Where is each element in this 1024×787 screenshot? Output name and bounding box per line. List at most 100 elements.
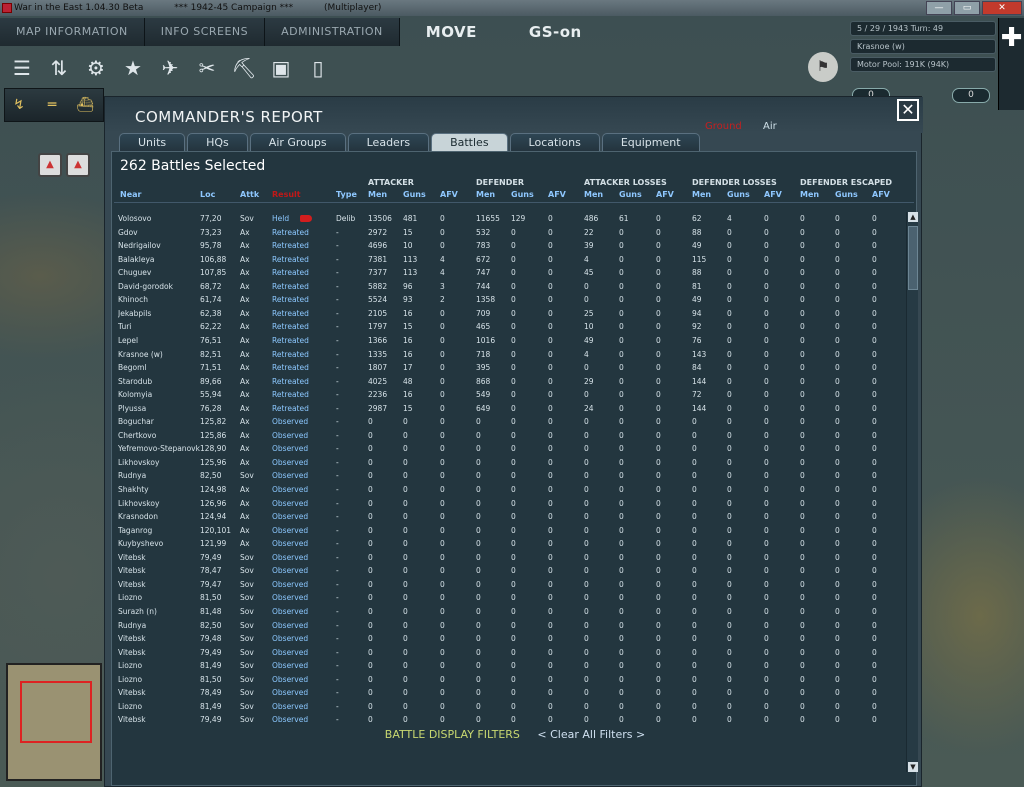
column-header-defender-guns[interactable]: Guns	[511, 190, 534, 199]
maximize-button[interactable]: ▭	[954, 1, 980, 15]
minimize-button[interactable]: —	[926, 1, 952, 15]
document-icon[interactable]: ▯	[304, 54, 332, 82]
minimap[interactable]	[6, 663, 102, 781]
table-row[interactable]: Vitebsk 79,49 Sov Observed - 0 0 0 0 0 0 0 0 0 0 0 0 0 0 0	[112, 646, 904, 660]
column-header-attacker-losses-men[interactable]: Men	[584, 190, 603, 199]
supply-icon[interactable]: ✂	[193, 54, 221, 82]
gs-toggle-button[interactable]: GS-on	[503, 18, 608, 46]
table-row[interactable]: Boguchar 125,82 Ax Observed - 0 0 0 0 0 0 0 0 0 0 0 0 0 0 0	[112, 415, 904, 429]
column-header-defender-losses-men[interactable]: Men	[692, 190, 711, 199]
table-row[interactable]: Liozno 81,50 Sov Observed - 0 0 0 0 0 0 0 0 0 0 0 0 0 0 0	[112, 591, 904, 605]
minimap-viewport[interactable]	[20, 681, 92, 743]
table-row[interactable]: Vitebsk 79,48 Sov Observed - 0 0 0 0 0 0 0 0 0 0 0 0 0 0 0	[112, 632, 904, 646]
table-row[interactable]: Likhovskoy 125,96 Ax Observed - 0 0 0 0 0 0 0 0 0 0 0 0 0…	[112, 456, 904, 470]
table-row[interactable]: Plyussa 76,28 Ax Retreated - 2987 15 0 649 0 0 24 0 0…	[112, 402, 904, 416]
unit-counter[interactable]: ▲	[38, 153, 62, 177]
clear-all-filters-button[interactable]: < Clear All Filters >	[537, 728, 645, 741]
table-row[interactable]: Jekabpils 62,38 Ax Retreated - 2105 16 0 709 0 0 25…	[112, 307, 904, 321]
column-header-defender-escaped-guns[interactable]: Guns	[835, 190, 858, 199]
close-window-button[interactable]: ✕	[982, 1, 1022, 15]
column-header-near[interactable]: Near	[120, 190, 141, 199]
tab-equipment[interactable]: Equipment	[601, 133, 700, 151]
column-header-attacker-losses-guns[interactable]: Guns	[619, 190, 642, 199]
scrollbar[interactable]: ▲ ▼	[906, 212, 918, 772]
table-row[interactable]: Likhovskoy 126,96 Ax Observed - 0 0 0 0 0 0 0 0 0 0 0 0 0…	[112, 497, 904, 511]
column-header-defender-losses-afv[interactable]: AFV	[764, 190, 782, 199]
tab-units[interactable]: Units	[119, 133, 186, 151]
table-row[interactable]: Taganrog 120,101 Ax Observed - 0 0 0 0 0 0 0 0 0 0 0 0 0 0…	[112, 524, 904, 538]
flag-icon[interactable]: ⚑	[808, 52, 838, 82]
table-row[interactable]: Shakhty 124,98 Ax Observed - 0 0 0 0 0 0 0 0 0 0 0 0 0 0 0	[112, 483, 904, 497]
battle-display-filters-button[interactable]: BATTLE DISPLAY FILTERS	[385, 728, 520, 741]
table-row[interactable]: Kolomyia 55,94 Ax Retreated - 2236 16 0 549 0 0 0 0 0…	[112, 388, 904, 402]
rail-line-icon[interactable]: ═	[42, 95, 62, 115]
unit-counter[interactable]: ▲	[66, 153, 90, 177]
column-header-defender-losses-guns[interactable]: Guns	[727, 190, 750, 199]
column-header-type[interactable]: Type	[336, 190, 357, 199]
table-row[interactable]: Rudnya 82,50 Sov Observed - 0 0 0 0 0 0 0 0 0 0 0 0 0 0 0	[112, 469, 904, 483]
scroll-thumb[interactable]	[908, 226, 918, 290]
table-row[interactable]: Vitebsk 78,47 Sov Observed - 0 0 0 0 0 0 0 0 0 0 0 0 0 0 0	[112, 564, 904, 578]
tab-hqs[interactable]: HQs	[187, 133, 248, 151]
tab-air-groups[interactable]: Air Groups	[249, 133, 346, 151]
column-header-result[interactable]: Result	[272, 190, 301, 199]
column-header-attacker-guns[interactable]: Guns	[403, 190, 426, 199]
rail-icon[interactable]: ⛏	[230, 54, 258, 82]
aircraft-icon[interactable]: ✈	[156, 54, 184, 82]
move-mode-button[interactable]: MOVE	[400, 18, 503, 46]
table-row[interactable]: Khinoch 61,74 Ax Retreated - 5524 93 2 1358 0 0 0 0 0…	[112, 293, 904, 307]
tab-map-information[interactable]: MAP INFORMATION	[0, 18, 145, 46]
column-header-attacker-men[interactable]: Men	[368, 190, 387, 199]
column-header-attacker-afv[interactable]: AFV	[440, 190, 458, 199]
column-header-attacker-losses-afv[interactable]: AFV	[656, 190, 674, 199]
star-icon[interactable]: ★	[119, 54, 147, 82]
path-icon[interactable]: ↯	[9, 95, 29, 115]
table-row[interactable]: Volosovo 77,20 Sov Held Delib 13506 481 0 11655 1…	[112, 212, 904, 226]
tab-info-screens[interactable]: INFO SCREENS	[144, 18, 266, 46]
table-row[interactable]: Liozno 81,49 Sov Observed - 0 0 0 0 0 0 0 0 0 0 0 0 0 0 0	[112, 659, 904, 673]
tab-leaders[interactable]: Leaders	[347, 133, 430, 151]
table-row[interactable]: Vitebsk 79,49 Sov Observed - 0 0 0 0 0 0 0 0 0 0 0 0 0 0 0	[112, 551, 904, 565]
gear-icon[interactable]: ⚙	[82, 54, 110, 82]
column-header-defender-escaped-men[interactable]: Men	[800, 190, 819, 199]
air-mode-button[interactable]: Air	[763, 121, 777, 132]
column-header-defender-escaped-afv[interactable]: AFV	[872, 190, 890, 199]
table-row[interactable]: David-gorodok 68,72 Ax Retreated - 5882 96 3 744…	[112, 280, 904, 294]
sliders-icon[interactable]: ⇅	[45, 54, 73, 82]
table-row[interactable]: Rudnya 82,50 Sov Observed - 0 0 0 0 0 0 0 0 0 0 0 0 0 0 0	[112, 619, 904, 633]
ship-icon[interactable]: ⛴	[75, 95, 95, 115]
tab-battles[interactable]: Battles	[431, 133, 508, 151]
table-row[interactable]: Vitebsk 79,49 Sov Observed - 0 0 0 0 0 0 0 0 0 0 0 0 0 0 0	[112, 713, 904, 727]
table-row[interactable]: Krasnoe (w) 82,51 Ax Retreated - 1335 16 0 718 0 0…	[112, 348, 904, 362]
column-header-loc[interactable]: Loc	[200, 190, 215, 199]
card-icon[interactable]: ▣	[267, 54, 295, 82]
table-row[interactable]: Begoml 71,51 Ax Retreated - 1807 17 0 395 0 0 0 0 0 84…	[112, 361, 904, 375]
scroll-down-button[interactable]: ▼	[908, 762, 918, 772]
close-dialog-button[interactable]: ✕	[897, 99, 919, 121]
ground-mode-button[interactable]: Ground	[705, 121, 742, 132]
list-icon[interactable]: ☰	[8, 54, 36, 82]
column-header-defender-men[interactable]: Men	[476, 190, 495, 199]
table-row[interactable]: Liozno 81,50 Sov Observed - 0 0 0 0 0 0 0 0 0 0 0 0 0 0 0	[112, 673, 904, 687]
table-row[interactable]: Turi 62,22 Ax Retreated - 1797 15 0 465 0 0 10 0 0 92 0…	[112, 320, 904, 334]
table-row[interactable]: Surazh (n) 81,48 Sov Observed - 0 0 0 0 0 0 0 0 0 0 0 0 0…	[112, 605, 904, 619]
column-header-attk[interactable]: Attk	[240, 190, 259, 199]
tab-administration[interactable]: ADMINISTRATION	[265, 18, 400, 46]
table-row[interactable]: Chertkovo 125,86 Ax Observed - 0 0 0 0 0 0 0 0 0 0 0 0 0 0…	[112, 429, 904, 443]
table-row[interactable]: Starodub 89,66 Ax Retreated - 4025 48 0 868 0 0 29 0…	[112, 375, 904, 389]
table-row[interactable]: Gdov 73,23 Ax Retreated - 2972 15 0 532 0 0 22 0 0 88 0…	[112, 226, 904, 240]
scroll-up-button[interactable]: ▲	[908, 212, 918, 222]
column-header-defender-afv[interactable]: AFV	[548, 190, 566, 199]
table-row[interactable]: Krasnodon 124,94 Ax Observed - 0 0 0 0 0 0 0 0 0 0 0 0 0 0…	[112, 510, 904, 524]
counter-pill-right[interactable]: 0	[952, 88, 990, 103]
table-row[interactable]: Kuybyshevo 121,99 Ax Observed - 0 0 0 0 0 0 0 0 0 0 0 0 0…	[112, 537, 904, 551]
table-row[interactable]: Yefremovo-Stepanovka 128,90 Ax Observed - 0 0 0…	[112, 442, 904, 456]
table-row[interactable]: Balakleya 106,88 Ax Retreated - 7381 113 4 672 0 0…	[112, 253, 904, 267]
table-row[interactable]: Vitebsk 78,49 Sov Observed - 0 0 0 0 0 0 0 0 0 0 0 0 0 0 0	[112, 686, 904, 700]
tab-locations[interactable]: Locations	[509, 133, 600, 151]
table-row[interactable]: Chuguev 107,85 Ax Retreated - 7377 113 4 747 0 0 45…	[112, 266, 904, 280]
table-row[interactable]: Lepel 76,51 Ax Retreated - 1366 16 0 1016 0 0 49 0 0 7…	[112, 334, 904, 348]
table-row[interactable]: Vitebsk 79,47 Sov Observed - 0 0 0 0 0 0 0 0 0 0 0 0 0 0 0	[112, 578, 904, 592]
table-row[interactable]: Liozno 81,49 Sov Observed - 0 0 0 0 0 0 0 0 0 0 0 0 0 0 0	[112, 700, 904, 714]
table-row[interactable]: Nedrigailov 95,78 Ax Retreated - 4696 10 0 783 0 0…	[112, 239, 904, 253]
